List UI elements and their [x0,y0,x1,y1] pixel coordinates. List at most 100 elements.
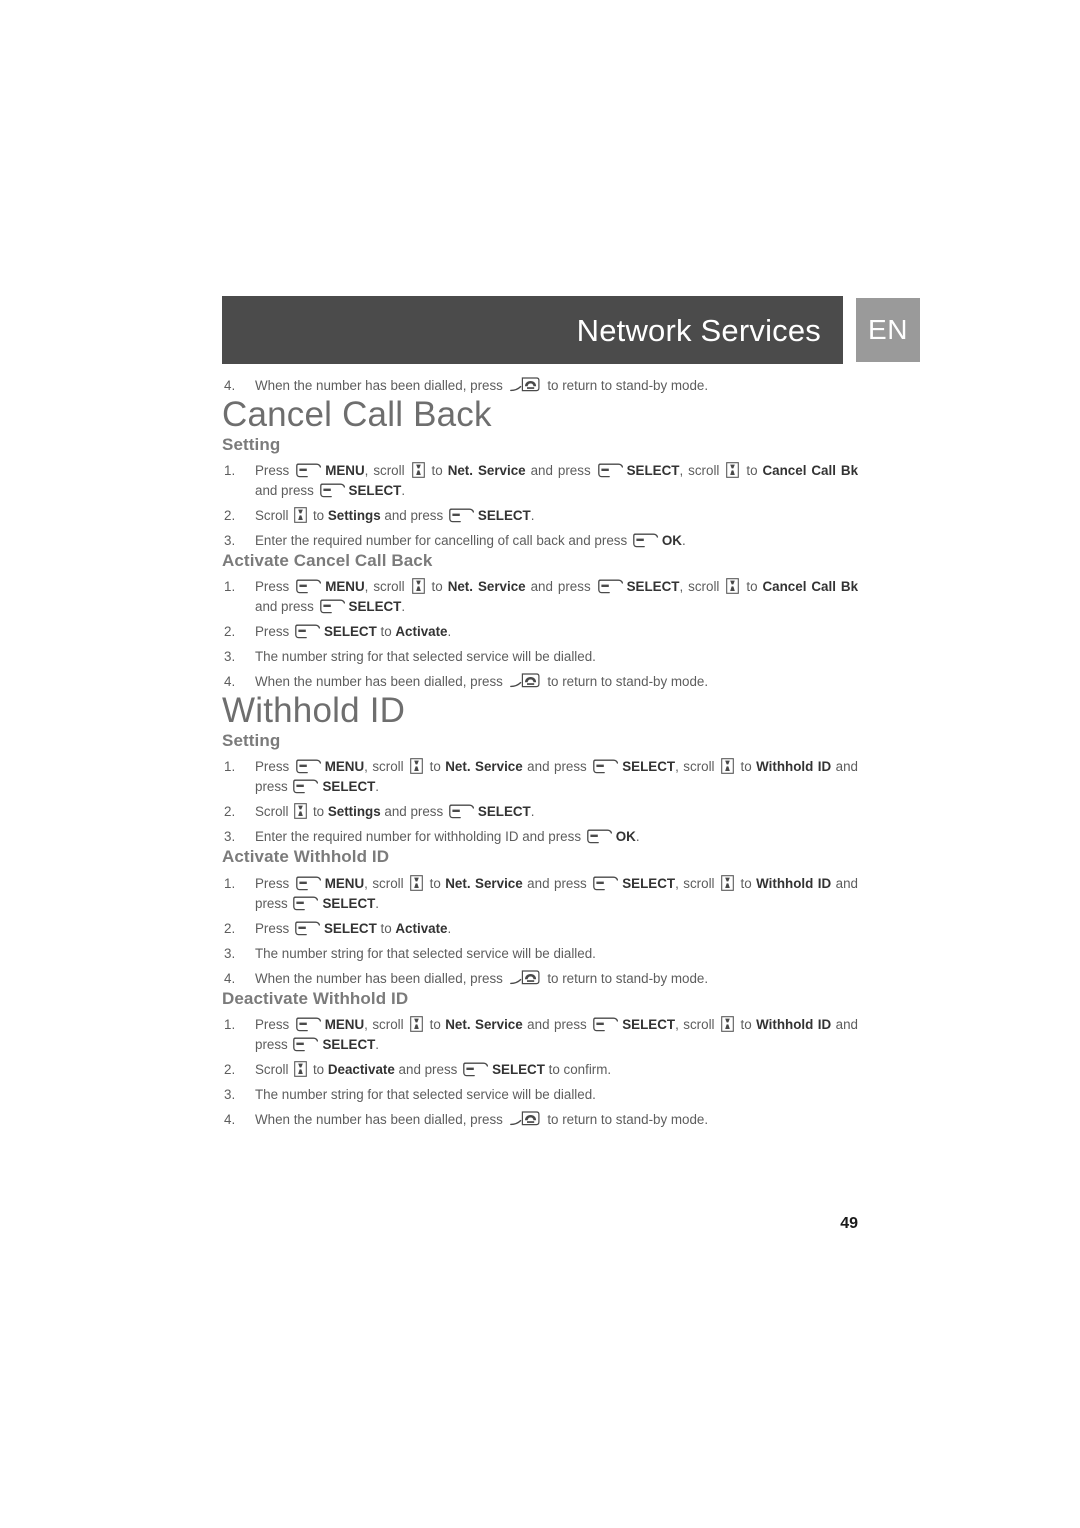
instruction-step: Press MENU, scroll to Net. Service and p… [222,874,858,914]
instruction-step-list: Press MENU, scroll to Net. Service and p… [222,874,858,989]
step-text: Enter the required number for withholdin… [255,829,585,845]
softkey-icon [449,804,475,819]
step-keyword: MENU [325,579,365,595]
step-keyword: Withhold ID [756,759,832,775]
step-keyword: SELECT [622,1016,676,1032]
step-text: and press [380,804,447,820]
instruction-step-list: Press MENU, scroll to Net. Service and p… [222,1015,858,1130]
instruction-step: The number string for that selected serv… [222,647,858,667]
instruction-step-list: Press MENU, scroll to Net. Service and p… [222,461,858,551]
instruction-step: The number string for that selected serv… [222,944,858,964]
step-text: to [736,759,757,775]
scroll-key-icon [411,462,425,478]
instruction-step: Press MENU, scroll to Net. Service and p… [222,1015,858,1055]
step-keyword: SELECT [348,599,402,615]
step-keyword: SELECT [322,779,376,795]
step-text: The number string for that selected serv… [255,1086,596,1102]
step-text: to [741,579,763,595]
softkey-icon [295,921,321,936]
step-text: Press [255,462,295,478]
step-keyword: SELECT [348,482,402,498]
header-title-bar: Network Services [222,296,843,364]
step-text: to return to stand-by mode. [543,378,709,393]
step-text: The number string for that selected serv… [255,945,596,961]
step-text: The number string for that selected serv… [255,649,596,665]
step-text: to [425,759,446,775]
softkey-icon [295,1017,322,1032]
step-text: . [375,779,380,795]
step-text: to return to stand-by mode. [543,970,709,986]
step-keyword: SELECT [322,895,376,911]
step-text: and press [522,875,592,891]
step-keyword: MENU [324,1016,365,1032]
page-header: Network Services EN [222,296,922,364]
step-keyword: SELECT [323,920,377,936]
scroll-key-icon [726,578,740,595]
subsection-heading: Activate Cancel Call Back [222,550,433,570]
instruction-step: Press SELECT to Activate. [222,919,858,939]
step-text: to return to stand-by mode. [543,674,709,690]
step-keyword: Net. Service [445,875,523,891]
step-text: , scroll [679,462,725,478]
softkey-icon [597,579,624,594]
instruction-step: Scroll to Settings and press SELECT. [222,802,858,822]
step-keyword: SELECT [323,624,377,640]
step-keyword: OK [661,532,682,548]
step-keyword: Cancel Call Bk [762,579,859,595]
softkey-icon [633,533,659,548]
step-keyword: Settings [327,804,381,820]
instruction-step: When the number has been dialled, press … [222,672,858,692]
instruction-step: Enter the required number for withholdin… [222,827,858,847]
softkey-icon [449,508,475,523]
subsection-heading: Setting [222,434,281,454]
instruction-step: Press MENU, scroll to Net. Service and p… [222,757,858,797]
language-badge-label: EN [868,314,908,345]
instruction-step: Press MENU, scroll to Net. Service and p… [222,461,858,501]
step-keyword: Net. Service [447,462,526,478]
hangup-key-icon [509,1111,540,1127]
instruction-step-list: Press MENU, scroll to Net. Service and p… [222,577,858,692]
softkey-icon [295,624,321,639]
step-text: , scroll [364,1016,409,1032]
step-text: Press [255,759,294,775]
scroll-key-icon [294,803,308,820]
step-keyword: SELECT [492,1061,545,1077]
instruction-step: Scroll to Settings and press SELECT. [222,506,858,526]
step-keyword: Cancel Call Bk [762,462,859,478]
scroll-key-icon [410,1016,423,1032]
step-text: , scroll [364,579,410,595]
softkey-icon [593,759,619,774]
softkey-icon [319,483,346,498]
step-number: 4. [224,378,236,393]
step-text: Scroll [255,507,293,523]
step-text: Press [255,1016,294,1032]
step-text: , scroll [675,759,720,775]
step-keyword: OK [615,829,636,845]
language-badge: EN [856,298,920,362]
step-text: . [375,895,380,911]
softkey-icon [593,1017,619,1032]
step-text: , scroll [675,1016,720,1032]
softkey-icon [293,1037,319,1052]
hangup-key-icon [509,377,540,393]
step-text: . [530,507,535,523]
scroll-key-icon [721,758,734,775]
softkey-icon [597,463,624,478]
step-text: , scroll [364,759,409,775]
step-text: . [401,599,406,615]
step-text: Scroll [255,1061,293,1077]
step-keyword: Net. Service [447,579,526,595]
softkey-icon [319,599,346,614]
step-text: . [401,482,406,498]
step-keyword: SELECT [622,875,676,891]
subsection-heading: Activate Withhold ID [222,847,390,867]
step-text: to [426,579,448,595]
step-text: and press [522,759,592,775]
step-text: , scroll [675,875,720,891]
step-text: Scroll [255,804,293,820]
instruction-step: Enter the required number for cancelling… [222,531,858,551]
hangup-key-icon [509,969,540,986]
step-keyword: SELECT [626,579,680,595]
step-text: Press [255,579,295,595]
step-text: to return to stand-by mode. [543,1111,709,1127]
